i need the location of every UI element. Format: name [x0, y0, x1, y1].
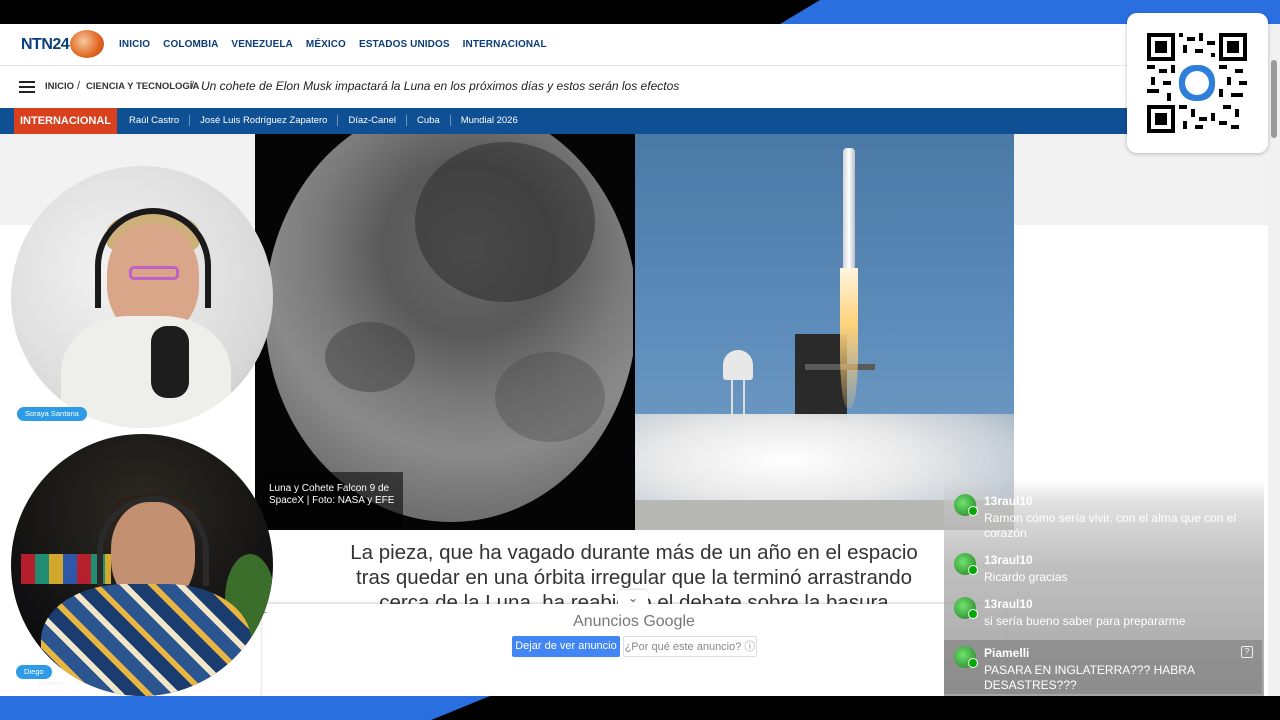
scrollbar-thumb[interactable]: [1271, 60, 1277, 138]
live-chat: 13raul10 Ramon cómo sería vivir. con el …: [944, 480, 1264, 696]
nav-link-internacional[interactable]: INTERNACIONAL: [463, 39, 547, 50]
moon-image: [255, 134, 633, 530]
help-icon[interactable]: ?: [1241, 646, 1253, 658]
logo-globe-icon: [70, 30, 104, 58]
article-photo: Luna y Cohete Falcon 9 de SpaceX | Foto:…: [255, 134, 1014, 530]
topic-tag[interactable]: Cuba: [407, 115, 451, 126]
ad-title: Anuncios Google: [573, 613, 695, 630]
host-2-name-tag: Diego: [16, 665, 52, 679]
stop-ad-button[interactable]: Dejar de ver anuncio: [512, 636, 620, 657]
breadcrumb-separator: /: [77, 80, 81, 92]
chat-text: Ramon cómo sería vivir. con el alma que …: [984, 511, 1237, 540]
webcam-host-2: [11, 434, 273, 696]
chat-username: 13raul10: [984, 597, 1033, 611]
host-2-handle: @PapiAstral: [38, 681, 66, 687]
chat-message-highlighted: Piamelli PASARA EN INGLATERRA??? HABRA D…: [944, 640, 1262, 694]
topic-tag[interactable]: José Luis Rodríguez Zapatero: [190, 115, 339, 126]
microphone-icon: [151, 326, 189, 398]
rocket: [843, 148, 855, 268]
nav-link-estados-unidos[interactable]: ESTADOS UNIDOS: [359, 39, 450, 50]
photo-caption: Luna y Cohete Falcon 9 de SpaceX | Foto:…: [263, 472, 403, 528]
breadcrumb-separator: /: [191, 80, 195, 92]
qr-code-icon: [1147, 33, 1247, 133]
qr-code-card: [1127, 13, 1268, 153]
page-title: Un cohete de Elon Musk impactará la Luna…: [201, 79, 680, 93]
chat-text: PASARA EN INGLATERRA??? HABRA DESASTRES?…: [984, 663, 1195, 692]
topic-tag[interactable]: Mundial 2026: [451, 115, 528, 126]
breadcrumb: INICIO / CIENCIA Y TECNOLOGÍA / Un cohet…: [0, 67, 1268, 107]
topic-tag[interactable]: Raúl Castro: [119, 115, 191, 126]
stream-canvas: NTN24 INICIO COLOMBIA VENEZUELA MÉXICO E…: [0, 0, 1280, 720]
bottom-blue-stripe: [0, 696, 490, 720]
chat-text: Ricardo gracias: [984, 570, 1068, 584]
site-logo[interactable]: NTN24: [21, 36, 70, 54]
chat-username: Piamelli: [984, 646, 1030, 660]
chat-username: 13raul10: [984, 553, 1033, 567]
chat-username: 13raul10: [984, 494, 1033, 508]
chevron-down-icon[interactable]: ⌄: [618, 590, 648, 606]
page-scrollbar[interactable]: [1268, 24, 1280, 696]
rocket-launch-image: [635, 134, 1014, 530]
host-1-name-tag: Soraya Santana: [17, 407, 87, 421]
site-nav: NTN24 INICIO COLOMBIA VENEZUELA MÉXICO E…: [0, 24, 1268, 66]
webcam-host-1: [11, 166, 273, 428]
nav-link-inicio[interactable]: INICIO: [119, 39, 150, 50]
nav-link-mexico[interactable]: MÉXICO: [306, 39, 346, 50]
nav-links: INICIO COLOMBIA VENEZUELA MÉXICO ESTADOS…: [119, 39, 547, 50]
topic-tags: Raúl Castro José Luis Rodríguez Zapatero…: [119, 115, 528, 126]
nav-link-venezuela[interactable]: VENEZUELA: [231, 39, 292, 50]
breadcrumb-section[interactable]: CIENCIA Y TECNOLOGÍA: [86, 81, 199, 92]
topic-tag[interactable]: Díaz-Canel: [338, 115, 407, 126]
google-ad-overlay: ⌄ ⇤ Anuncios Google Dejar de ver anuncio…: [258, 590, 1006, 696]
chat-text: si sería bueno saber para prepararme: [984, 614, 1186, 628]
breadcrumb-home[interactable]: INICIO: [45, 81, 74, 92]
topic-bar: INTERNACIONAL Raúl Castro José Luis Rodr…: [0, 108, 1268, 134]
menu-icon[interactable]: [19, 81, 35, 93]
nav-link-colombia[interactable]: COLOMBIA: [163, 39, 218, 50]
topic-main-tag[interactable]: INTERNACIONAL: [14, 108, 117, 134]
why-this-ad-button[interactable]: ¿Por qué este anuncio? ⓘ: [623, 636, 757, 657]
